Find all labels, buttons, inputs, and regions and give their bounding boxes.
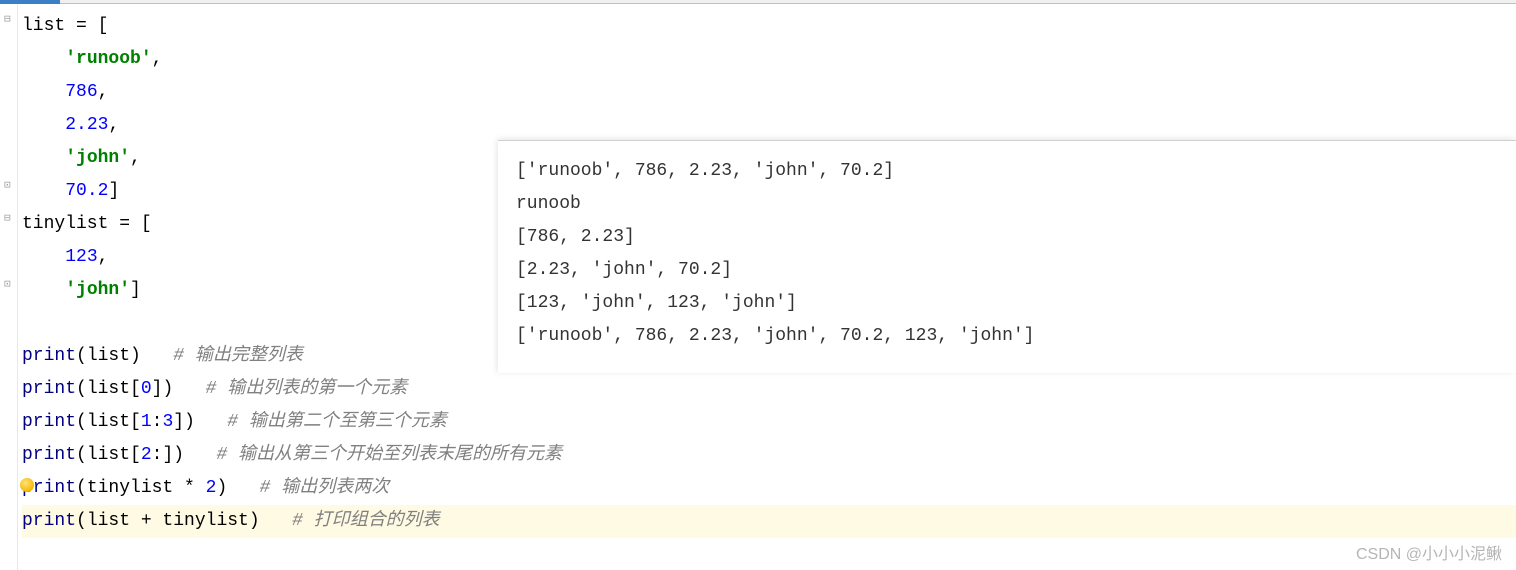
output-line: [2.23, 'john', 70.2] xyxy=(516,254,1498,287)
code-line[interactable]: list = [ xyxy=(22,10,1516,43)
fold-toggle-icon[interactable]: ⊡ xyxy=(4,178,11,192)
token-ident: :]) xyxy=(152,445,217,465)
token-ident: tinylist = [ xyxy=(22,214,152,234)
token-builtin: print xyxy=(22,445,76,465)
code-line[interactable]: print(list[2:]) # 输出从第三个开始至列表末尾的所有元素 xyxy=(22,439,1516,472)
token-ident: (list[ xyxy=(76,445,141,465)
token-num: 3 xyxy=(162,412,173,432)
watermark: CSDN @小小小泥鳅 xyxy=(1356,540,1502,564)
token-num: 2.23 xyxy=(65,115,108,135)
token-comment: # 输出完整列表 xyxy=(173,346,303,366)
code-line[interactable]: print(list[0]) # 输出列表的第一个元素 xyxy=(22,373,1516,406)
code-line[interactable]: print(list[1:3]) # 输出第二个至第三个元素 xyxy=(22,406,1516,439)
token-str: 'john' xyxy=(65,280,130,300)
output-panel: ['runoob', 786, 2.23, 'john', 70.2]runoo… xyxy=(498,140,1516,373)
indent-guide xyxy=(22,247,65,267)
token-builtin: print xyxy=(22,379,76,399)
token-ident: (tinylist * xyxy=(76,478,206,498)
token-num: 1 xyxy=(141,412,152,432)
token-num: 2 xyxy=(141,445,152,465)
token-ident: ]) xyxy=(152,379,206,399)
indent-guide xyxy=(22,49,65,69)
fold-toggle-icon[interactable]: ⊟ xyxy=(4,211,11,225)
token-comment: # 输出列表两次 xyxy=(260,478,390,498)
code-line[interactable]: print(tinylist * 2) # 输出列表两次 xyxy=(22,472,1516,505)
token-ident: ) xyxy=(216,478,259,498)
token-num: 0 xyxy=(141,379,152,399)
output-line: [786, 2.23] xyxy=(516,221,1498,254)
token-ident: ] xyxy=(108,181,119,201)
indent-guide xyxy=(22,115,65,135)
token-ident: (list) xyxy=(76,346,173,366)
token-builtin: print xyxy=(22,346,76,366)
token-ident: (list + tinylist) xyxy=(76,511,292,531)
output-line: ['runoob', 786, 2.23, 'john', 70.2] xyxy=(516,155,1498,188)
token-ident: (list[ xyxy=(76,379,141,399)
token-ident: , xyxy=(108,115,119,135)
code-line[interactable]: 786, xyxy=(22,76,1516,109)
token-builtin: print xyxy=(22,511,76,531)
token-num: 2 xyxy=(206,478,217,498)
token-ident: , xyxy=(130,148,141,168)
token-comment: # 打印组合的列表 xyxy=(292,511,440,531)
token-num: 70.2 xyxy=(65,181,108,201)
token-num: 123 xyxy=(65,247,97,267)
code-line[interactable]: 'runoob', xyxy=(22,43,1516,76)
indent-guide xyxy=(22,148,65,168)
token-num: 786 xyxy=(65,82,97,102)
token-ident: : xyxy=(152,412,163,432)
token-ident: list = [ xyxy=(22,16,108,36)
token-ident: ]) xyxy=(173,412,227,432)
token-ident: ] xyxy=(130,280,141,300)
code-line[interactable]: print(list + tinylist) # 打印组合的列表 xyxy=(22,505,1516,538)
code-line[interactable]: 2.23, xyxy=(22,109,1516,142)
indent-guide xyxy=(22,181,65,201)
indent-guide xyxy=(22,82,65,102)
token-str: 'john' xyxy=(65,148,130,168)
fold-toggle-icon[interactable]: ⊡ xyxy=(4,277,11,291)
token-ident: , xyxy=(152,49,163,69)
token-ident: , xyxy=(98,82,109,102)
token-comment: # 输出从第三个开始至列表末尾的所有元素 xyxy=(216,445,562,465)
gutter[interactable]: ⊟ ⊡ ⊟ ⊡ xyxy=(0,4,18,570)
output-line: runoob xyxy=(516,188,1498,221)
output-line: [123, 'john', 123, 'john'] xyxy=(516,287,1498,320)
token-comment: # 输出第二个至第三个元素 xyxy=(227,412,447,432)
output-line: ['runoob', 786, 2.23, 'john', 70.2, 123,… xyxy=(516,320,1498,353)
fold-toggle-icon[interactable]: ⊟ xyxy=(4,12,11,26)
token-str: 'runoob' xyxy=(65,49,151,69)
token-ident: (list[ xyxy=(76,412,141,432)
token-ident: , xyxy=(98,247,109,267)
indent-guide xyxy=(22,280,65,300)
token-comment: # 输出列表的第一个元素 xyxy=(206,379,408,399)
token-builtin: print xyxy=(22,412,76,432)
